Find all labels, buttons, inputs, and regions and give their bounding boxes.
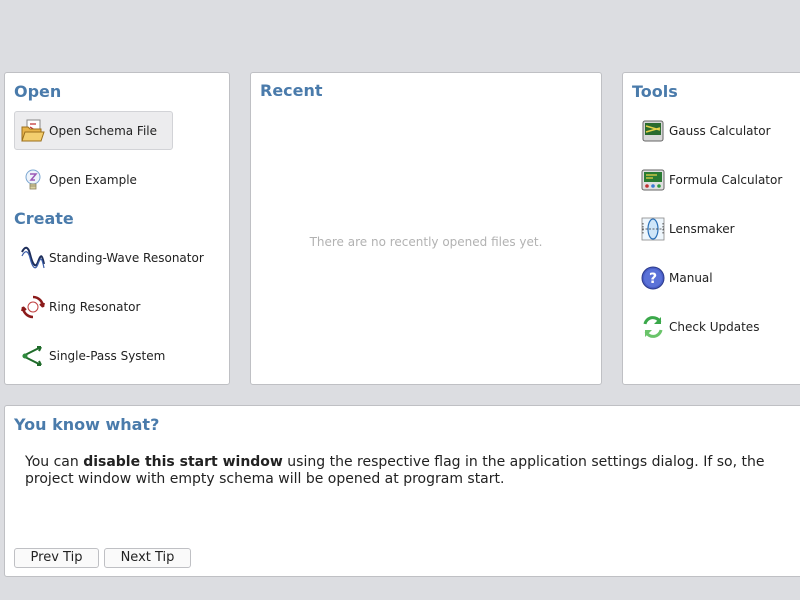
manual-label: Manual [669,270,713,285]
tip-text: You can disable this start window using … [25,454,795,488]
lensmaker-label: Lensmaker [669,221,735,236]
open-example-button[interactable]: Open Example [14,160,173,199]
check-updates-button[interactable]: Check Updates [634,307,800,346]
gauss-calculator-icon [641,119,665,143]
recent-panel: Recent There are no recently opened file… [250,72,602,385]
tip-panel: You know what? You can disable this star… [4,405,800,577]
ring-icon [21,295,45,319]
lens-icon [641,217,665,241]
single-pass-system-button[interactable]: Single-Pass System [14,336,222,375]
open-schema-file-label: Open Schema File [49,123,158,138]
ring-resonator-label: Ring Resonator [49,299,141,314]
standing-wave-resonator-button[interactable]: Standing-Wave Resonator [14,238,222,277]
open-create-panel: Open Open Schema File Open Example Creat… [4,72,230,385]
wave-icon [21,246,45,270]
single-pass-icon [21,344,45,368]
lensmaker-button[interactable]: Lensmaker [634,209,800,248]
formula-calculator-label: Formula Calculator [669,172,783,187]
refresh-icon [641,315,665,339]
open-section-title: Open [14,82,62,101]
formula-calculator-icon [641,168,665,192]
prev-tip-button[interactable]: Prev Tip [14,548,99,568]
single-pass-system-label: Single-Pass System [49,348,166,363]
tip-text-before: You can [25,454,84,470]
lightbulb-icon [21,168,45,192]
recent-empty-message: There are no recently opened files yet. [309,235,543,249]
open-schema-file-button[interactable]: Open Schema File [14,111,173,150]
recent-section-title: Recent [260,81,323,100]
formula-calculator-button[interactable]: Formula Calculator [634,160,800,199]
create-section-title: Create [14,209,74,228]
help-icon: ? [641,266,665,290]
check-updates-label: Check Updates [669,319,760,334]
manual-button[interactable]: ? Manual [634,258,800,297]
ring-resonator-button[interactable]: Ring Resonator [14,287,222,326]
standing-wave-resonator-label: Standing-Wave Resonator [49,250,204,265]
tools-section-title: Tools [632,82,678,101]
gauss-calculator-button[interactable]: Gauss Calculator [634,111,800,150]
svg-text:?: ? [649,271,657,287]
open-folder-icon [21,119,45,143]
tip-text-bold: disable this start window [83,454,283,470]
next-tip-button[interactable]: Next Tip [104,548,191,568]
tools-panel: Tools Gauss Calculator Formula Calculato… [622,72,800,385]
gauss-calculator-label: Gauss Calculator [669,123,771,138]
open-example-label: Open Example [49,172,137,187]
tip-section-title: You know what? [14,415,160,434]
